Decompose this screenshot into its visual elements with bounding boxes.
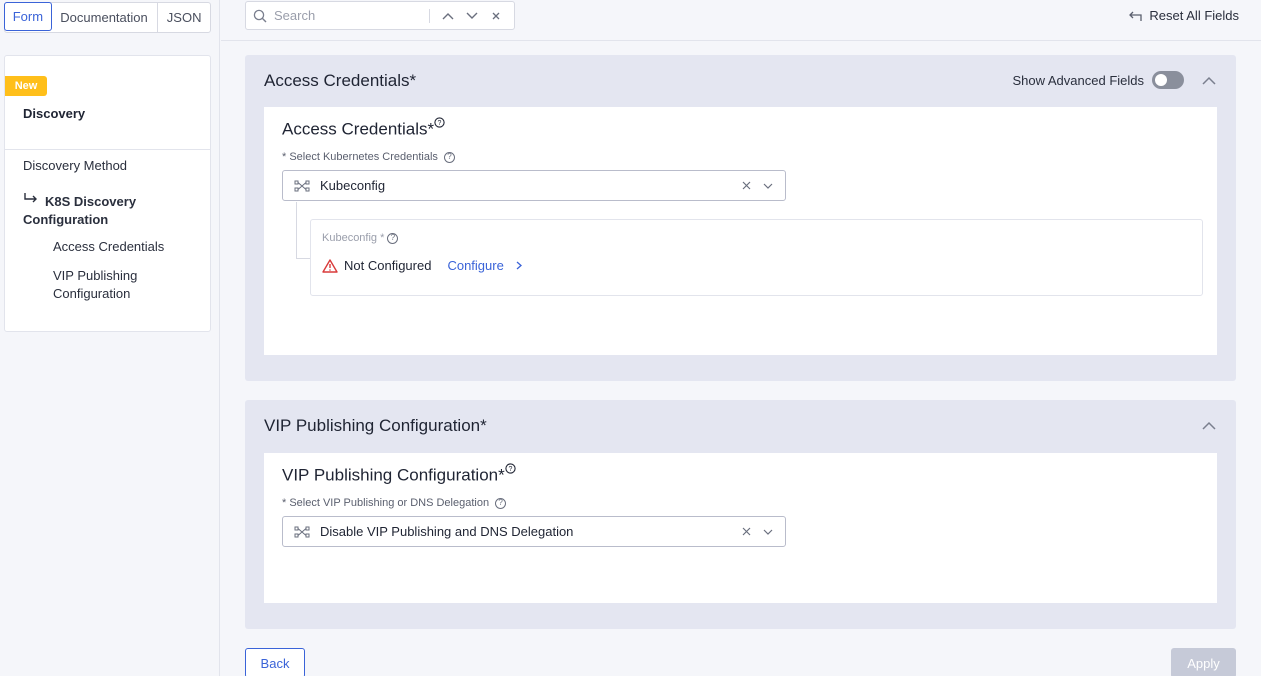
search-next-button[interactable] xyxy=(460,4,484,28)
search-clear-button[interactable] xyxy=(484,4,508,28)
selected-value: Disable VIP Publishing and DNS Delegatio… xyxy=(320,524,574,539)
return-arrow-icon xyxy=(23,192,45,211)
top-bar: Reset All Fields xyxy=(221,0,1261,41)
tab-documentation[interactable]: Documentation xyxy=(51,3,159,32)
nav-item-discovery-method[interactable]: Discovery Method xyxy=(23,157,127,175)
collapse-section-button[interactable] xyxy=(1200,417,1218,435)
new-badge: New xyxy=(5,76,47,96)
tab-form[interactable]: Form xyxy=(4,2,52,31)
panel-title: Access Credentials*? xyxy=(282,117,445,140)
vip-publishing-panel: VIP Publishing Configuration*? * Select … xyxy=(264,453,1217,603)
help-icon[interactable]: ? xyxy=(505,463,516,477)
vip-publishing-select[interactable]: Disable VIP Publishing and DNS Delegatio… xyxy=(282,516,786,547)
apply-button[interactable]: Apply xyxy=(1171,648,1236,676)
chevron-up-icon xyxy=(442,12,454,19)
kubeconfig-status: Not Configured Configure xyxy=(322,258,522,273)
chevron-up-icon xyxy=(1202,421,1216,430)
svg-text:?: ? xyxy=(438,120,442,127)
field-label-text: * Select Kubernetes Credentials xyxy=(282,151,438,163)
status-text: Not Configured xyxy=(344,258,432,273)
kubeconfig-label-text: Kubeconfig * xyxy=(322,232,385,244)
network-icon xyxy=(283,526,320,538)
configure-link[interactable]: Configure xyxy=(447,258,503,273)
tree-connector xyxy=(296,202,297,259)
nav-item-access-credentials[interactable]: Access Credentials xyxy=(53,238,164,256)
chevron-right-icon[interactable] xyxy=(516,258,522,273)
kubeconfig-card: Kubeconfig * ? Not Configured Configure xyxy=(310,219,1203,296)
back-button[interactable]: Back xyxy=(245,648,305,676)
nav-divider xyxy=(5,149,210,150)
search-box xyxy=(245,1,515,30)
help-icon[interactable]: ? xyxy=(443,151,455,163)
search-previous-button[interactable] xyxy=(436,4,460,28)
nav-heading-discovery[interactable]: Discovery xyxy=(23,106,85,121)
nav-item-vip-publishing[interactable]: VIP Publishing Configuration xyxy=(53,267,173,303)
help-icon[interactable]: ? xyxy=(387,232,399,244)
section-title: Access Credentials* xyxy=(264,71,417,90)
chevron-up-icon xyxy=(1202,76,1216,85)
panel-title-text: Access Credentials* xyxy=(282,119,435,139)
undo-icon xyxy=(1129,11,1143,21)
svg-text:?: ? xyxy=(508,466,512,473)
kubeconfig-label: Kubeconfig * ? xyxy=(322,232,399,244)
view-tabs: Form Documentation JSON xyxy=(4,2,211,33)
network-icon xyxy=(283,180,320,192)
close-icon xyxy=(742,527,750,536)
clear-selection-button[interactable] xyxy=(735,527,757,536)
tree-connector xyxy=(296,258,310,259)
section-access-credentials: Access Credentials* Show Advanced Fields… xyxy=(245,55,1236,381)
advanced-fields-label: Show Advanced Fields xyxy=(1012,72,1144,88)
warning-icon xyxy=(322,258,340,273)
vip-publishing-label: * Select VIP Publishing or DNS Delegatio… xyxy=(282,497,507,509)
selected-value: Kubeconfig xyxy=(320,178,386,193)
panel-title: VIP Publishing Configuration*? xyxy=(282,463,516,486)
left-column: Form Documentation JSON New Discovery Di… xyxy=(0,0,220,676)
clear-selection-button[interactable] xyxy=(735,181,757,190)
reset-label: Reset All Fields xyxy=(1149,8,1239,23)
dropdown-chevron-icon[interactable] xyxy=(757,183,779,189)
close-icon xyxy=(492,12,500,19)
search-input[interactable] xyxy=(274,8,424,23)
show-advanced-fields: Show Advanced Fields xyxy=(1012,71,1184,89)
access-credentials-panel: Access Credentials*? * Select Kubernetes… xyxy=(264,107,1217,355)
collapse-section-button[interactable] xyxy=(1200,72,1218,90)
field-label-text: * Select VIP Publishing or DNS Delegatio… xyxy=(282,497,490,509)
reset-all-fields-button[interactable]: Reset All Fields xyxy=(1127,8,1239,23)
section-vip-publishing: VIP Publishing Configuration* VIP Publis… xyxy=(245,400,1236,629)
help-icon[interactable]: ? xyxy=(495,497,507,509)
close-icon xyxy=(742,181,750,190)
panel-title-text: VIP Publishing Configuration* xyxy=(282,465,505,485)
search-separator xyxy=(429,8,430,23)
tab-json[interactable]: JSON xyxy=(158,3,210,32)
kubernetes-credentials-select[interactable]: Kubeconfig xyxy=(282,170,786,201)
dropdown-chevron-icon[interactable] xyxy=(757,529,779,535)
search-icon xyxy=(246,9,274,23)
navigation-card: New Discovery Discovery Method K8S Disco… xyxy=(4,55,211,332)
advanced-fields-toggle[interactable] xyxy=(1152,71,1184,89)
nav-item-k8s-discovery-configuration[interactable]: K8S Discovery Configuration xyxy=(23,192,193,229)
section-title: VIP Publishing Configuration* xyxy=(264,416,487,435)
help-icon[interactable]: ? xyxy=(434,117,445,131)
chevron-down-icon xyxy=(466,12,478,19)
kubernetes-credentials-label: * Select Kubernetes Credentials ? xyxy=(282,151,455,163)
